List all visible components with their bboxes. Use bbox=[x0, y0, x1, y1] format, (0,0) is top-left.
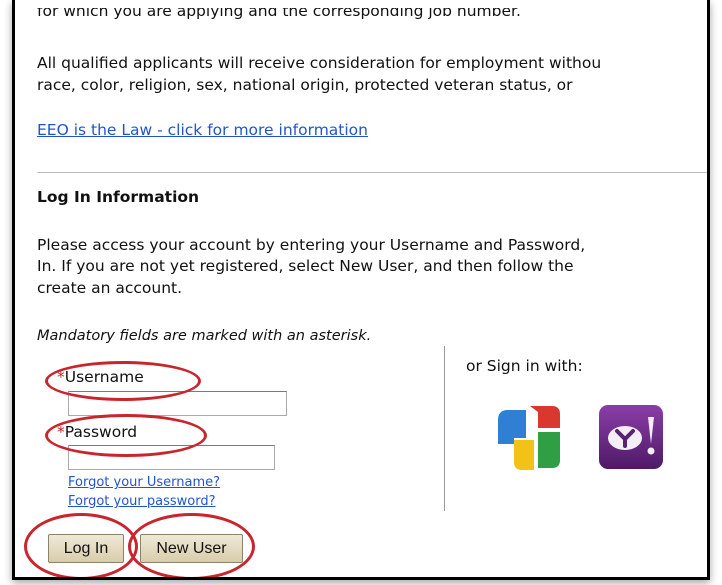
username-label: *Username bbox=[57, 368, 144, 386]
intro-line-1: for which you are applying and the corre… bbox=[37, 2, 521, 20]
username-input[interactable] bbox=[68, 391, 287, 416]
login-heading: Log In Information bbox=[37, 188, 200, 206]
password-input[interactable] bbox=[68, 445, 275, 470]
password-label: *Password bbox=[57, 423, 137, 441]
intro-line-2: All qualified applicants will receive co… bbox=[37, 54, 602, 72]
login-instructions-line-2: In. If you are not yet registered, selec… bbox=[37, 257, 574, 275]
password-label-text: Password bbox=[64, 423, 138, 441]
username-label-text: Username bbox=[64, 368, 144, 386]
login-button[interactable]: Log In bbox=[48, 534, 124, 563]
new-user-button[interactable]: New User bbox=[140, 534, 243, 563]
login-instructions-line-3: create an account. bbox=[37, 279, 183, 297]
page-frame: for which you are applying and the corre… bbox=[12, 0, 710, 580]
yahoo-icon[interactable] bbox=[598, 404, 664, 474]
vertical-divider bbox=[444, 346, 445, 511]
eeo-link[interactable]: EEO is the Law - click for more informat… bbox=[37, 121, 368, 139]
intro-line-3: race, color, religion, sex, national ori… bbox=[37, 76, 573, 94]
forgot-username-link[interactable]: Forgot your Username? bbox=[68, 475, 220, 490]
section-divider bbox=[37, 172, 707, 173]
login-instructions-line-1: Please access your account by entering y… bbox=[37, 236, 586, 254]
mandatory-note: Mandatory fields are marked with an aste… bbox=[37, 328, 372, 344]
required-asterisk: * bbox=[57, 423, 65, 441]
required-asterisk: * bbox=[57, 368, 65, 386]
forgot-password-link[interactable]: Forgot your password? bbox=[68, 494, 216, 509]
google-icon[interactable] bbox=[494, 404, 562, 476]
social-signin-heading: or Sign in with: bbox=[466, 357, 583, 375]
